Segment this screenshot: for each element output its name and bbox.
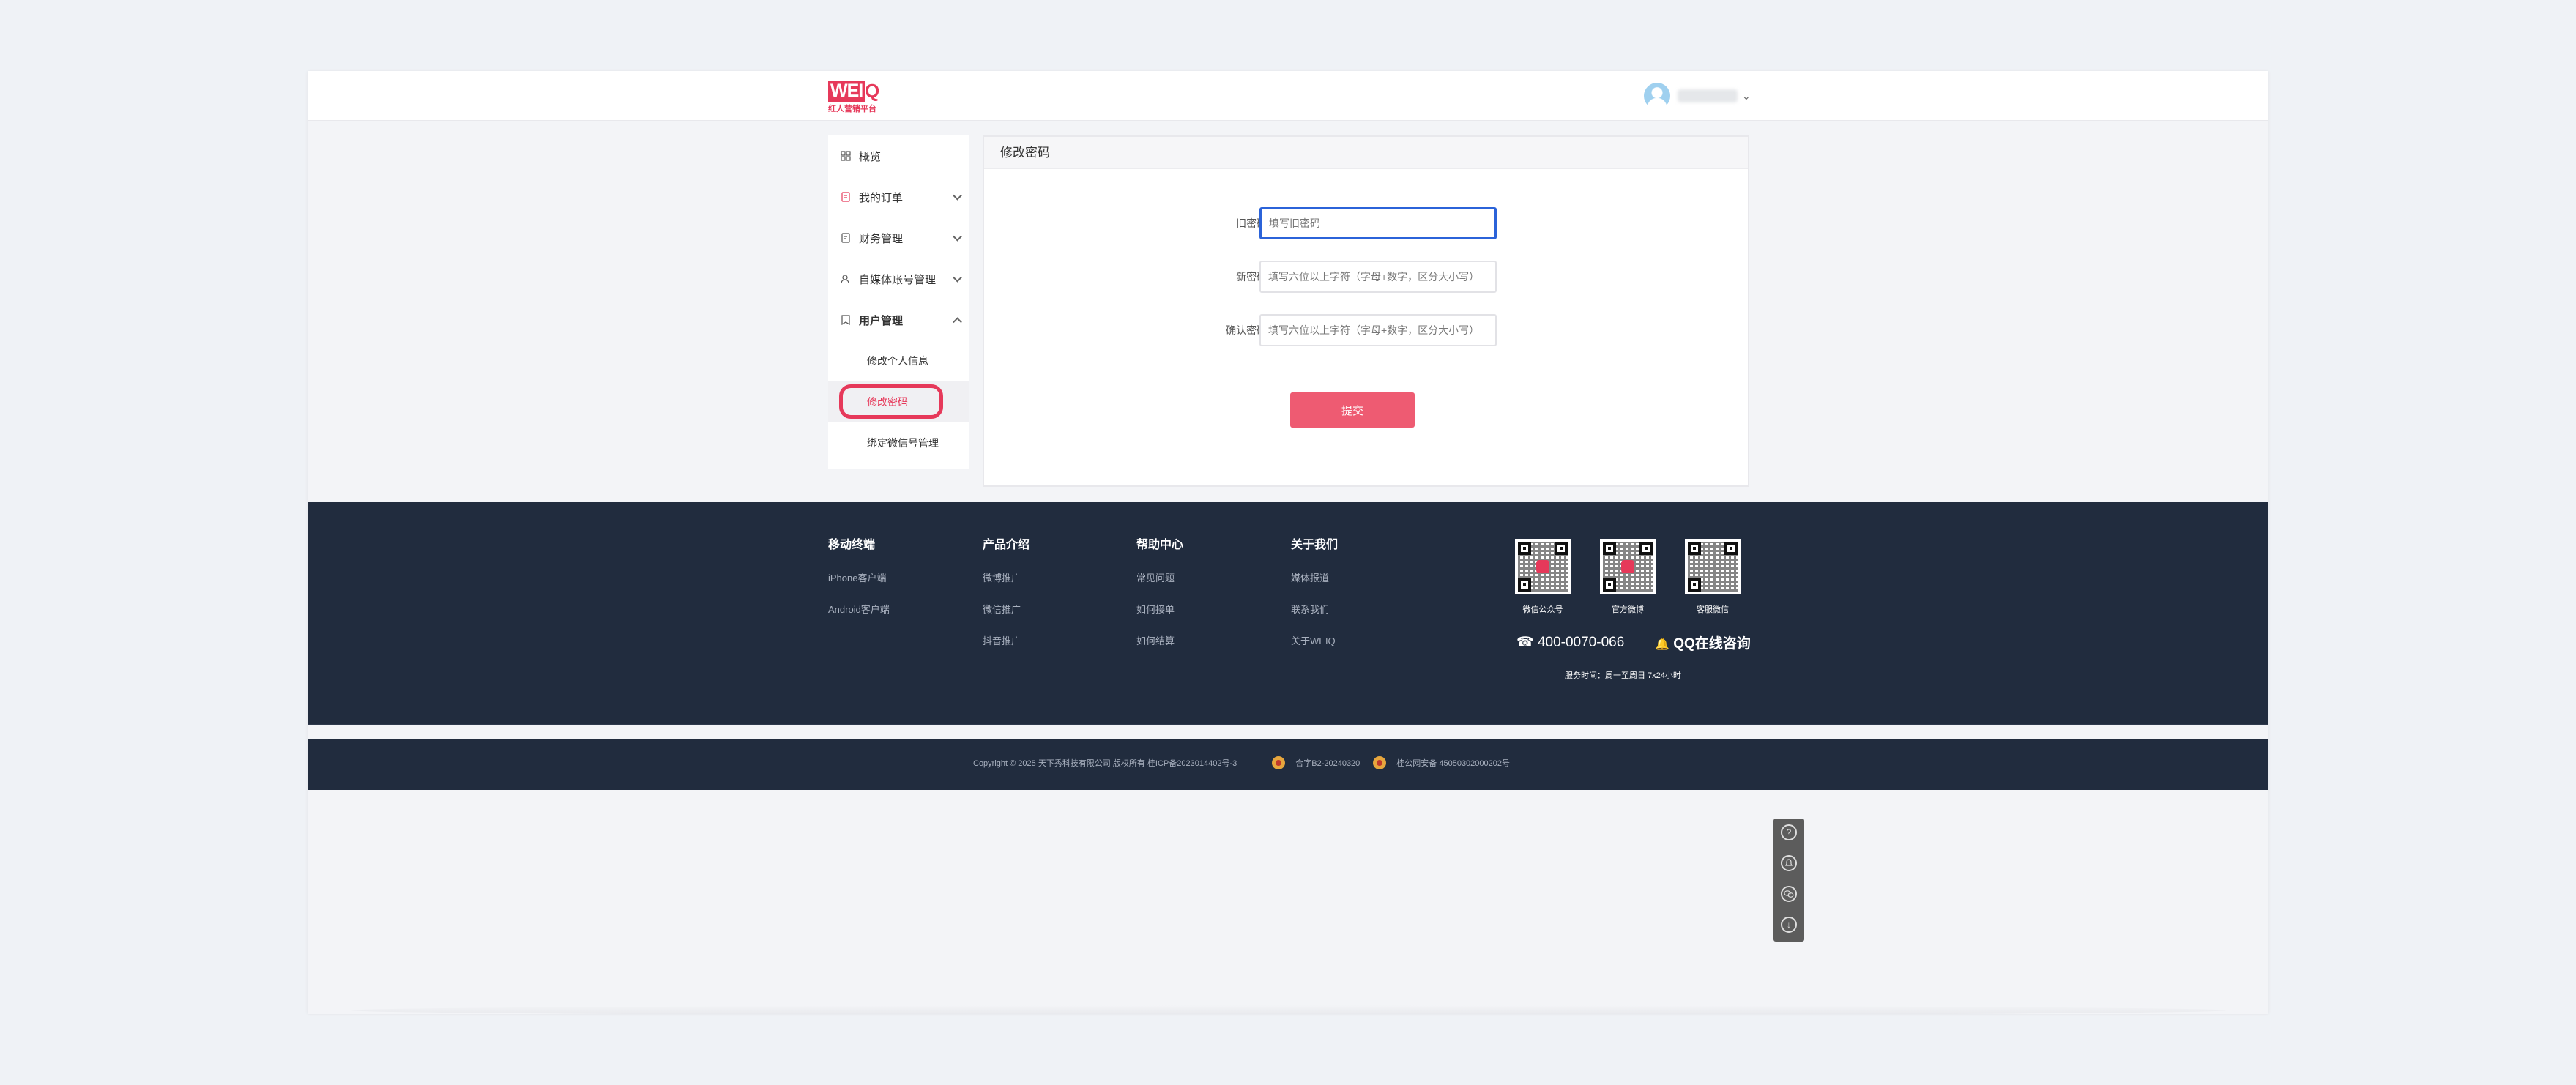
highlight-ring (839, 384, 943, 419)
footer-separator (308, 724, 2268, 725)
confirm-password-label: 确认密码: (1226, 324, 1270, 336)
chevron-down-icon[interactable]: ⌄ (1742, 90, 1751, 102)
qr-label: 微信公众号 (1522, 605, 1563, 614)
footer-link-settlement[interactable]: 如何结算 (1136, 634, 1183, 665)
qq-icon[interactable] (1781, 855, 1797, 871)
username-blurred (1678, 89, 1738, 102)
footer-link-contact[interactable]: 联系我们 (1291, 603, 1338, 634)
download-icon[interactable]: ↓ (1781, 917, 1797, 933)
logo-q-text: Q (865, 80, 880, 102)
license-text[interactable]: 合字B2-20240320 (1295, 757, 1360, 769)
sidebar-subitem-label: 修改个人信息 (867, 355, 928, 367)
license-text[interactable]: 桂公网安备 45050302000202号 (1396, 757, 1510, 769)
footer-col-help: 帮助中心 常见问题 如何接单 如何结算 (1136, 534, 1183, 665)
account-icon (840, 273, 852, 285)
chevron-down-icon (953, 231, 962, 242)
footer-link-media[interactable]: 媒体报道 (1291, 571, 1338, 603)
copyright-bar: Copyright © 2025 天下秀科技有限公司 版权所有 桂ICP备202… (308, 739, 2268, 790)
copyright-text[interactable]: Copyright © 2025 天下秀科技有限公司 版权所有 桂ICP备202… (973, 757, 1237, 769)
new-password-label: 新密码: (1236, 271, 1270, 283)
order-icon (840, 191, 852, 203)
footer-link-about-weiq[interactable]: 关于WEIQ (1291, 634, 1338, 665)
qr-code-icon (1600, 539, 1656, 594)
sidebar-item-user-management[interactable]: 用户管理 (828, 299, 969, 340)
footer-link-android[interactable]: Android客户端 (828, 603, 890, 634)
finance-icon (840, 232, 852, 244)
sidebar-subitem-change-password[interactable]: 修改密码 (828, 381, 969, 422)
footer-col-products: 产品介绍 微博推广 微信推广 抖音推广 (983, 534, 1030, 665)
sidebar-subitem-wechat-binding[interactable]: 绑定微信号管理 (828, 422, 969, 463)
new-password-input[interactable] (1259, 261, 1497, 293)
logo-subtitle: 红人营销平台 (828, 105, 876, 113)
sidebar: 概览 我的订单 财务管理 自媒体账号管理 用户管理 修改个人信息 修改密码 绑定… (828, 135, 969, 469)
chevron-down-icon (953, 190, 962, 201)
bell-icon: 🔔 (1655, 638, 1669, 651)
sidebar-item-orders[interactable]: 我的订单 (828, 176, 969, 217)
service-time: 服务时间：周一至周日 7x24小时 (1565, 671, 1681, 680)
sidebar-item-label: 概览 (859, 150, 882, 163)
sidebar-item-finance[interactable]: 财务管理 (828, 217, 969, 258)
hotline-text[interactable]: ☎ 400-0070-066 (1516, 634, 1624, 651)
footer-col-title: 关于我们 (1291, 539, 1339, 551)
grid-icon (840, 150, 852, 162)
footer-link-iphone[interactable]: iPhone客户端 (828, 571, 890, 603)
user-icon (840, 314, 852, 326)
top-header: WEI Q 红人营销平台 ⌄ (308, 71, 2268, 121)
old-password-input[interactable] (1259, 207, 1497, 239)
qr-label: 官方微博 (1612, 605, 1644, 614)
floating-toolbar: ? ↓ (1773, 819, 1804, 942)
footer-col-title: 移动终端 (828, 539, 876, 551)
qr-code-icon (1515, 539, 1571, 594)
weiq-logo[interactable]: WEI Q 红人营销平台 (828, 81, 884, 113)
bottom-shadow (351, 1005, 2226, 1014)
chevron-up-icon (953, 317, 962, 327)
submit-button[interactable]: 提交 (1290, 392, 1415, 428)
police-badge-icon (1272, 756, 1286, 769)
sidebar-item-overview[interactable]: 概览 (828, 135, 969, 176)
sidebar-subitem-label: 绑定微信号管理 (867, 437, 939, 449)
sidebar-item-label: 用户管理 (859, 314, 904, 327)
qr-service-wechat: 客服微信 (1685, 539, 1741, 615)
footer-link-wechat[interactable]: 微信推广 (983, 603, 1030, 634)
footer-link-douyin[interactable]: 抖音推广 (983, 634, 1030, 665)
chevron-down-icon (953, 272, 962, 283)
footer-col-title: 产品介绍 (983, 539, 1030, 551)
avatar[interactable] (1644, 83, 1670, 109)
sidebar-item-media-accounts[interactable]: 自媒体账号管理 (828, 258, 969, 299)
old-password-row: 旧密码: (984, 207, 1748, 239)
footer-col-mobile: 移动终端 iPhone客户端 Android客户端 (828, 534, 890, 634)
footer-col-about: 关于我们 媒体报道 联系我们 关于WEIQ (1291, 534, 1338, 665)
sidebar-subitem-edit-profile[interactable]: 修改个人信息 (828, 340, 969, 381)
qq-consult-label: QQ在线咨询 (1673, 636, 1751, 652)
old-password-label: 旧密码: (1236, 217, 1270, 229)
qr-label: 客服微信 (1697, 605, 1729, 614)
footer-col-title: 帮助中心 (1136, 539, 1184, 551)
wechat-icon[interactable] (1781, 886, 1797, 902)
confirm-password-input[interactable] (1259, 314, 1497, 346)
logo-wei-text: WEI (828, 81, 866, 102)
help-icon[interactable]: ? (1781, 824, 1797, 840)
page-frame: WEI Q 红人营销平台 ⌄ 概览 我的订单 财务管理 自媒体账号管理 用户管理… (308, 71, 2268, 1014)
confirm-password-row: 确认密码: (984, 314, 1748, 346)
site-footer: 移动终端 iPhone客户端 Android客户端 产品介绍 微博推广 微信推广… (308, 502, 2268, 790)
change-password-panel: 修改密码 旧密码: 新密码: 确认密码: 提交 (983, 135, 1749, 487)
qq-consult-link[interactable]: 🔔 QQ在线咨询 (1655, 633, 1751, 652)
qr-code-icon (1685, 539, 1741, 594)
sidebar-item-label: 我的订单 (859, 191, 904, 204)
qr-official-weibo: 官方微博 (1600, 539, 1656, 615)
panel-title: 修改密码 (984, 137, 1748, 169)
new-password-row: 新密码: (984, 261, 1748, 293)
footer-link-faq[interactable]: 常见问题 (1136, 571, 1183, 603)
qr-wechat-official: 微信公众号 (1515, 539, 1571, 615)
user-menu[interactable]: ⌄ (1644, 83, 1751, 109)
sidebar-item-label: 自媒体账号管理 (859, 273, 937, 286)
footer-link-take-orders[interactable]: 如何接单 (1136, 603, 1183, 634)
sidebar-item-label: 财务管理 (859, 232, 904, 245)
footer-link-weibo[interactable]: 微博推广 (983, 571, 1030, 603)
police-badge-icon (1373, 756, 1387, 769)
